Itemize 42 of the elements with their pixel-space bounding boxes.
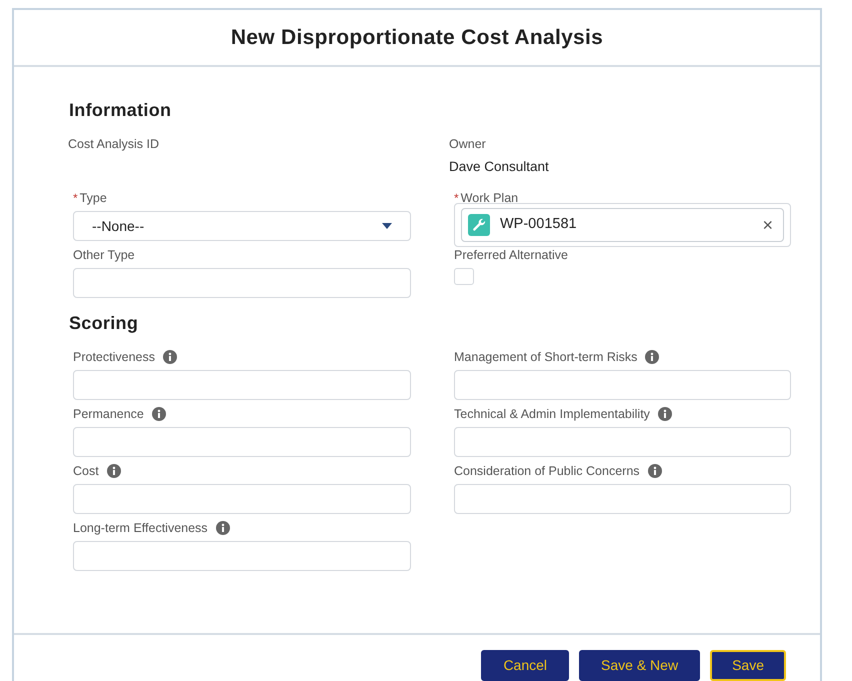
- field-label: Owner: [449, 136, 486, 153]
- info-icon[interactable]: [648, 464, 662, 478]
- field-label: Management of Short-term Risks: [454, 349, 638, 366]
- field-label: Technical & Admin Implementability: [454, 406, 650, 423]
- field-label: Permanence: [73, 406, 144, 423]
- caret-icon: [382, 223, 392, 229]
- info-icon[interactable]: [152, 407, 166, 422]
- field-label: Type: [80, 190, 107, 207]
- input-field[interactable]: [73, 427, 411, 458]
- input-field[interactable]: [73, 541, 411, 572]
- footer-button[interactable]: Cancel: [481, 650, 570, 681]
- lookup-value: WP-001581: [500, 215, 577, 234]
- input-field[interactable]: [454, 427, 791, 458]
- field-label: Cost: [73, 463, 99, 480]
- info-icon[interactable]: [658, 407, 672, 422]
- info-icon[interactable]: [645, 350, 660, 364]
- type-dropdown[interactable]: --None--: [73, 211, 411, 241]
- field-value: Dave Consultant: [449, 158, 550, 176]
- field-label: Other Type: [73, 247, 135, 264]
- input-field[interactable]: [454, 484, 791, 514]
- clear-button[interactable]: ×: [762, 216, 773, 234]
- section-heading: Information: [69, 99, 172, 122]
- dialog-title: New Disproportionate Cost Analysis: [230, 24, 604, 51]
- field-label: Preferred Alternative: [454, 247, 568, 264]
- wrench-icon: [468, 214, 490, 236]
- field-label: Consideration of Public Concerns: [454, 463, 640, 480]
- field-label: Cost Analysis ID: [68, 136, 160, 153]
- info-icon[interactable]: [162, 350, 177, 364]
- field-label: Protectiveness: [73, 349, 155, 366]
- input-field[interactable]: [454, 370, 791, 400]
- input-field[interactable]: [73, 370, 411, 400]
- footer-button[interactable]: Save & New: [579, 650, 700, 681]
- checkbox[interactable]: [454, 268, 474, 286]
- lookup-field[interactable]: WP-001581 ×: [454, 203, 791, 247]
- required-asterisk: *: [73, 190, 78, 207]
- section-heading: Scoring: [69, 312, 140, 335]
- footer-button[interactable]: Save: [710, 650, 786, 681]
- info-icon[interactable]: [216, 521, 230, 536]
- info-icon[interactable]: [106, 464, 121, 478]
- field-label: Long-term Effectiveness: [73, 520, 208, 537]
- input-field[interactable]: [73, 268, 411, 298]
- input-field[interactable]: [73, 484, 411, 514]
